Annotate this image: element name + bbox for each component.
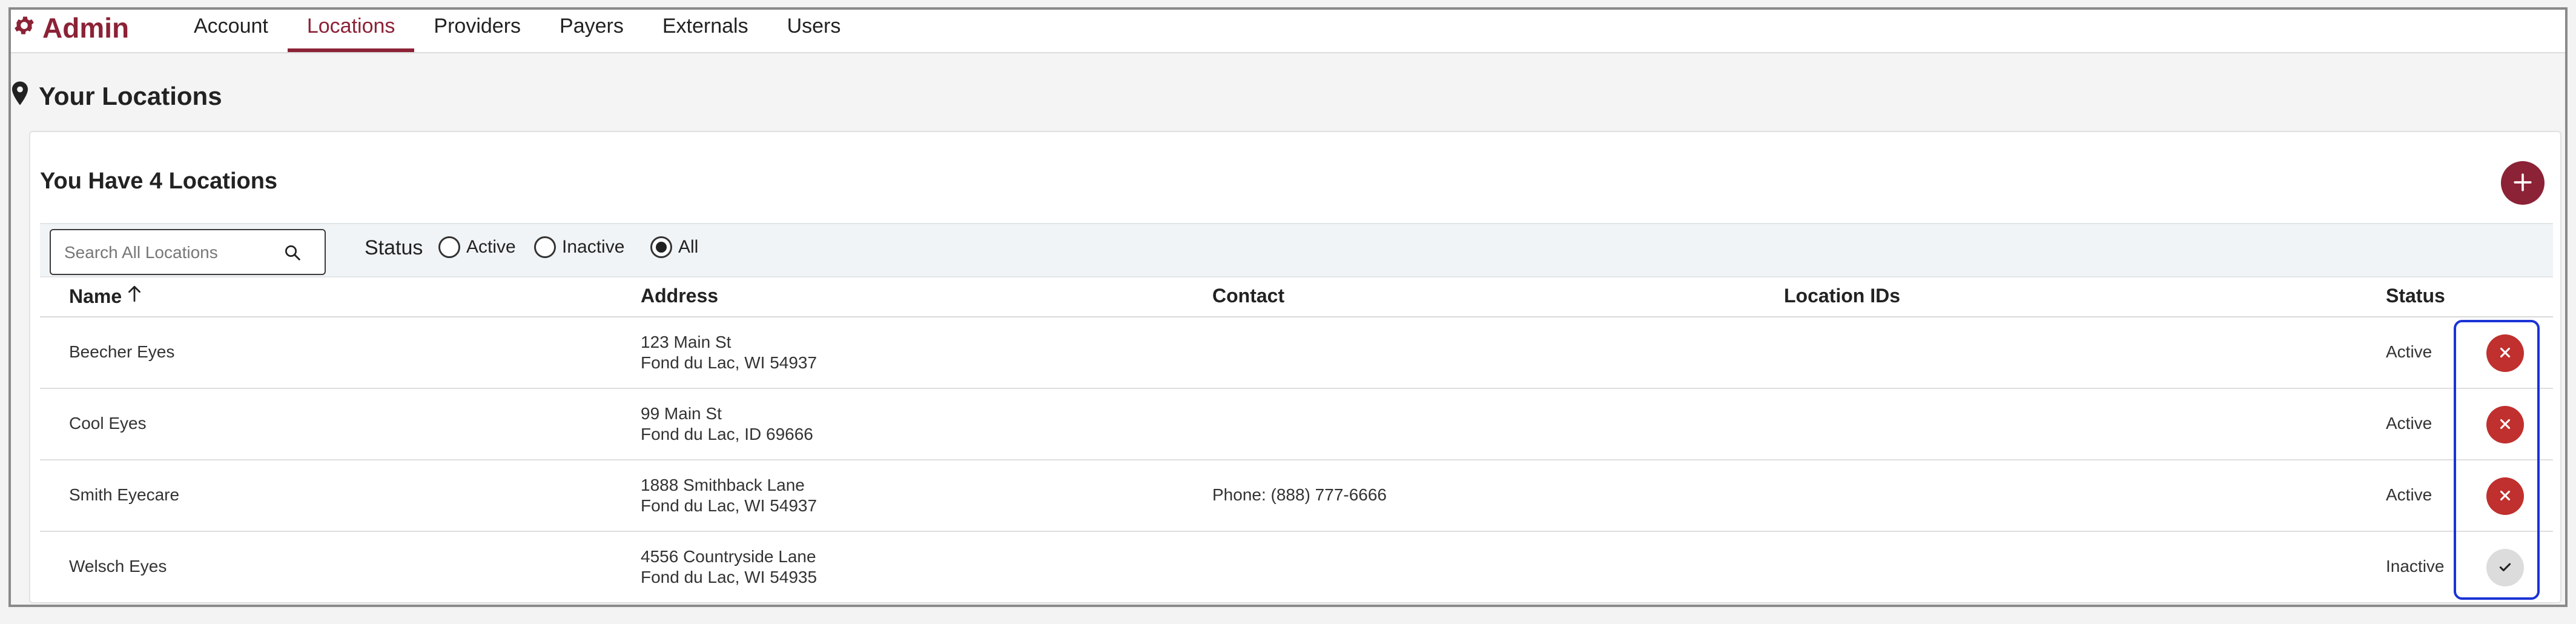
radio-label: Inactive [562,237,625,257]
address-line1: 123 Main St [641,333,732,351]
map-pin-icon [12,81,28,111]
radio-circle[interactable] [650,236,672,258]
column-header-contact: Contact [1212,285,1285,307]
app-window: Admin Account Locations Providers Payers… [8,7,2568,607]
tab-externals[interactable]: Externals [643,10,768,52]
close-icon [2497,416,2513,434]
location-status: Active [2386,485,2432,504]
radio-circle[interactable] [438,236,460,258]
address-line1: 4556 Countryside Lane [641,547,816,566]
tab-users[interactable]: Users [768,10,860,52]
table-row: Beecher Eyes 123 Main St Fond du Lac, WI… [40,317,2553,389]
location-status: Active [2386,414,2432,433]
address-line1: 1888 Smithback Lane [641,476,805,494]
locations-card: You Have 4 Locations Status Active Inact… [29,131,2561,603]
location-name: Beecher Eyes [69,342,175,361]
radio-label: All [678,237,699,257]
radio-label: Active [466,237,516,257]
deactivate-location-button[interactable] [2486,406,2524,443]
column-header-name[interactable]: Name [69,285,142,308]
close-icon [2497,345,2513,362]
filter-bar: Status Active Inactive All [40,223,2553,277]
address-line2: Fond du Lac, WI 54937 [641,496,817,515]
gear-icon [12,12,36,44]
table-row: Cool Eyes 99 Main St Fond du Lac, ID 696… [40,389,2553,460]
locations-count-title: You Have 4 Locations [40,168,278,194]
status-radio-active[interactable]: Active [438,236,516,258]
tab-providers[interactable]: Providers [414,10,540,52]
table-row: Smith Eyecare 1888 Smithback Lane Fond d… [40,460,2553,532]
search-box [50,229,326,275]
checkmark-icon [2497,559,2513,577]
activate-location-button[interactable] [2486,549,2524,586]
search-input[interactable] [63,230,283,275]
column-header-name-label: Name [69,285,122,307]
deactivate-location-button[interactable] [2486,477,2524,515]
location-address: 123 Main St Fond du Lac, WI 54937 [641,332,817,373]
plus-icon [2512,172,2533,194]
tab-locations[interactable]: Locations [287,10,415,52]
address-line2: Fond du Lac, WI 54935 [641,568,817,586]
location-name: Welsch Eyes [69,557,167,576]
page-title: Your Locations [12,81,222,111]
location-address: 1888 Smithback Lane Fond du Lac, WI 5493… [641,475,817,516]
close-icon [2497,488,2513,505]
table-header: Name Address Contact Location IDs Status [40,277,2553,317]
location-address: 4556 Countryside Lane Fond du Lac, WI 54… [641,546,817,588]
nav-tabs: Account Locations Providers Payers Exter… [174,10,860,52]
column-header-status: Status [2386,285,2445,307]
top-navigation: Admin Account Locations Providers Payers… [11,10,2565,53]
radio-circle[interactable] [534,236,556,258]
table-row: Welsch Eyes 4556 Countryside Lane Fond d… [40,532,2553,603]
column-header-address: Address [641,285,719,307]
tab-account[interactable]: Account [174,10,288,52]
location-address: 99 Main St Fond du Lac, ID 69666 [641,403,813,445]
brand: Admin [12,10,129,46]
location-status: Active [2386,342,2432,361]
location-contact: Phone: (888) 777-6666 [1212,485,1387,504]
address-line1: 99 Main St [641,404,722,423]
deactivate-location-button[interactable] [2486,334,2524,372]
location-name: Smith Eyecare [69,485,180,504]
column-header-location-ids: Location IDs [1784,285,1901,307]
sort-ascending-icon [127,285,142,308]
brand-title: Admin [42,12,130,44]
status-radio-all[interactable]: All [650,236,698,258]
status-radio-inactive[interactable]: Inactive [534,236,624,258]
location-status: Inactive [2386,557,2445,576]
location-name: Cool Eyes [69,414,147,433]
address-line2: Fond du Lac, WI 54937 [641,353,817,372]
tab-payers[interactable]: Payers [540,10,643,52]
status-filter-label: Status [365,236,423,259]
address-line2: Fond du Lac, ID 69666 [641,425,813,443]
add-location-button[interactable] [2501,161,2545,205]
page-title-text: Your Locations [39,82,222,110]
